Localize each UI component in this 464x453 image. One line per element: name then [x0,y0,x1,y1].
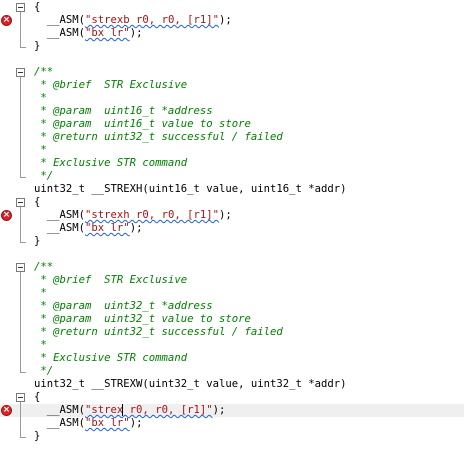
error-x-icon[interactable]: × [1,405,12,416]
code-line[interactable]: * @return uint32_t successful / failed [0,326,464,339]
code-line-text: } [34,235,41,247]
error-x-icon[interactable]: × [1,210,12,221]
code-line-text: /** [34,66,54,78]
code-line[interactable]: } [0,235,464,248]
code-line[interactable]: } [0,40,464,53]
code-line-text: { [34,196,41,208]
code-line-text: * Exclusive STR command [34,157,188,169]
code-line[interactable]: * @param uint32_t value to store [0,313,464,326]
code-line[interactable]: uint32_t __STREXH(uint16_t value, uint16… [0,183,464,196]
code-line-text: * [34,144,47,156]
fold-guide-end [20,372,26,373]
code-line-text: * @param uint16_t *address [34,105,213,117]
code-line[interactable]: * Exclusive STR command [0,352,464,365]
fold-guide [20,272,21,372]
code-line[interactable] [0,53,464,66]
code-line-text: * @param uint32_t *address [34,300,213,312]
code-line-text: * [34,287,47,299]
code-line-text: /** [34,261,54,273]
code-line[interactable]: */ [0,365,464,378]
code-line[interactable]: { [0,391,464,404]
fold-guide-end [20,437,26,438]
code-line[interactable]: } [0,430,464,443]
fold-guide-end [20,47,26,48]
code-line-text: } [34,40,41,52]
code-line-text: * @param uint32_t value to store [34,313,251,325]
code-line-text: } [34,430,41,442]
code-line-text: uint32_t __STREXH(uint16_t value, uint16… [34,183,347,195]
code-line-text: */ [34,170,54,182]
fold-guide-end [20,177,26,178]
error-x-icon[interactable]: × [1,15,12,26]
code-line[interactable]: __ASM("bx lr"); [0,417,464,430]
code-line-text: { [34,1,41,13]
code-line[interactable]: * @param uint16_t value to store [0,118,464,131]
code-line-text: * Exclusive STR command [34,352,188,364]
code-line-text: uint32_t __STREXW(uint32_t value, uint32… [34,378,347,390]
fold-guide [20,77,21,177]
code-line-text: * @brief STR Exclusive [34,79,188,91]
code-line-text: * @return uint32_t successful / failed [34,326,283,338]
code-line[interactable]: * @return uint32_t successful / failed [0,131,464,144]
code-line-text: * [34,92,47,104]
code-line-text: */ [34,365,54,377]
code-line-text: * @return uint32_t successful / failed [34,131,283,143]
collapse-minus-icon[interactable] [16,68,25,77]
fold-guide [20,207,21,242]
code-line-text: __ASM("bx lr"); [34,27,143,39]
code-line[interactable]: { [0,1,464,14]
code-line-text: { [34,391,41,403]
code-line[interactable]: __ASM("bx lr"); [0,222,464,235]
code-line-text: __ASM("bx lr"); [34,417,143,429]
code-line[interactable]: /** [0,66,464,79]
collapse-minus-icon[interactable] [16,393,25,402]
fold-guide-end [20,242,26,243]
code-line[interactable]: * @brief STR Exclusive [0,79,464,92]
fold-guide [20,12,21,47]
code-line[interactable]: * @brief STR Exclusive [0,274,464,287]
code-line[interactable]: { [0,196,464,209]
code-line[interactable]: * [0,339,464,352]
fold-guide [20,402,21,437]
code-line-text: * [34,339,47,351]
code-line[interactable]: __ASM("strex r0, r0, [r1]"); × [0,404,464,417]
code-line[interactable]: * [0,287,464,300]
code-line-text: __ASM("strexb r0, r0, [r1]"); [34,14,232,26]
code-line-text: __ASM("strex r0, r0, [r1]"); [34,404,226,416]
code-line[interactable]: __ASM("bx lr"); [0,27,464,40]
code-line[interactable]: * [0,144,464,157]
collapse-minus-icon[interactable] [16,263,25,272]
text-caret [122,404,123,416]
code-line[interactable] [0,248,464,261]
code-line[interactable]: * @param uint16_t *address [0,105,464,118]
code-line[interactable]: __ASM("strexh r0, r0, [r1]"); × [0,209,464,222]
code-line[interactable]: uint32_t __STREXW(uint32_t value, uint32… [0,378,464,391]
code-line[interactable]: */ [0,170,464,183]
code-line-text: * @param uint16_t value to store [34,118,251,130]
code-line-text: __ASM("bx lr"); [34,222,143,234]
code-line[interactable]: * Exclusive STR command [0,157,464,170]
collapse-minus-icon[interactable] [16,198,25,207]
code-editor[interactable]: { __ASM("strexb r0, r0, [r1]"); × __ASM("… [0,0,464,453]
code-line[interactable]: * @param uint32_t *address [0,300,464,313]
code-line-text: * @brief STR Exclusive [34,274,188,286]
code-line[interactable]: * [0,92,464,105]
code-line[interactable]: __ASM("strexb r0, r0, [r1]"); × [0,14,464,27]
collapse-minus-icon[interactable] [16,3,25,12]
code-line-text: __ASM("strexh r0, r0, [r1]"); [34,209,232,221]
code-line[interactable]: /** [0,261,464,274]
